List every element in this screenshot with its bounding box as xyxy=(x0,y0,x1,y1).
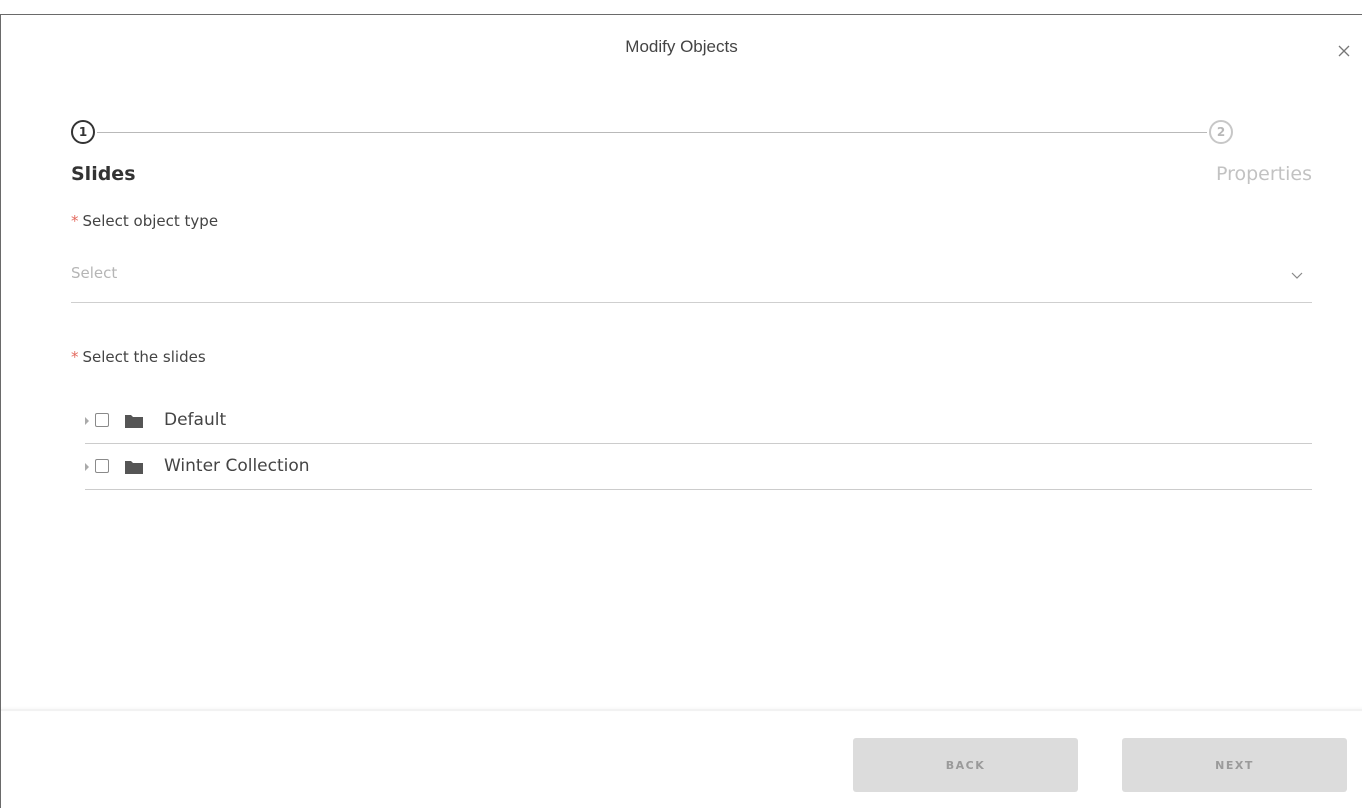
back-button[interactable]: BACK xyxy=(853,738,1078,792)
stepper-connector xyxy=(97,132,1207,133)
object-type-select[interactable]: Select xyxy=(71,262,1312,303)
folder-icon xyxy=(125,415,143,428)
close-button[interactable] xyxy=(1334,41,1354,61)
step-1-label: Slides xyxy=(71,163,136,185)
required-asterisk: * xyxy=(71,348,79,366)
next-button[interactable]: NEXT xyxy=(1122,738,1347,792)
required-asterisk: * xyxy=(71,212,79,230)
tree-item-label: Default xyxy=(164,410,227,430)
expand-caret-icon[interactable] xyxy=(85,417,89,425)
slides-label-text: Select the slides xyxy=(82,348,206,366)
folder-icon xyxy=(125,461,143,474)
dialog-title: Modify Objects xyxy=(625,37,738,56)
close-icon xyxy=(1338,45,1350,57)
modify-objects-dialog: Modify Objects 1 2 Slides Properties * Se… xyxy=(0,14,1362,808)
object-type-label: * Select object type xyxy=(71,212,218,230)
expand-caret-icon[interactable] xyxy=(85,463,89,471)
chevron-down-icon xyxy=(1291,272,1303,279)
step-2-label: Properties xyxy=(1215,163,1312,185)
tree-item-checkbox[interactable] xyxy=(95,459,109,473)
tree-item-default[interactable]: Default xyxy=(85,399,1312,444)
slides-tree: Default Winter Collection xyxy=(85,399,1312,490)
footer-divider xyxy=(1,709,1362,711)
step-2-indicator: 2 xyxy=(1209,120,1233,144)
object-type-placeholder: Select xyxy=(71,264,118,282)
tree-item-label: Winter Collection xyxy=(164,456,310,476)
slides-label: * Select the slides xyxy=(71,348,206,366)
object-type-label-text: Select object type xyxy=(82,212,219,230)
tree-item-winter-collection[interactable]: Winter Collection xyxy=(85,445,1312,490)
step-1-indicator: 1 xyxy=(71,120,95,144)
tree-item-checkbox[interactable] xyxy=(95,413,109,427)
